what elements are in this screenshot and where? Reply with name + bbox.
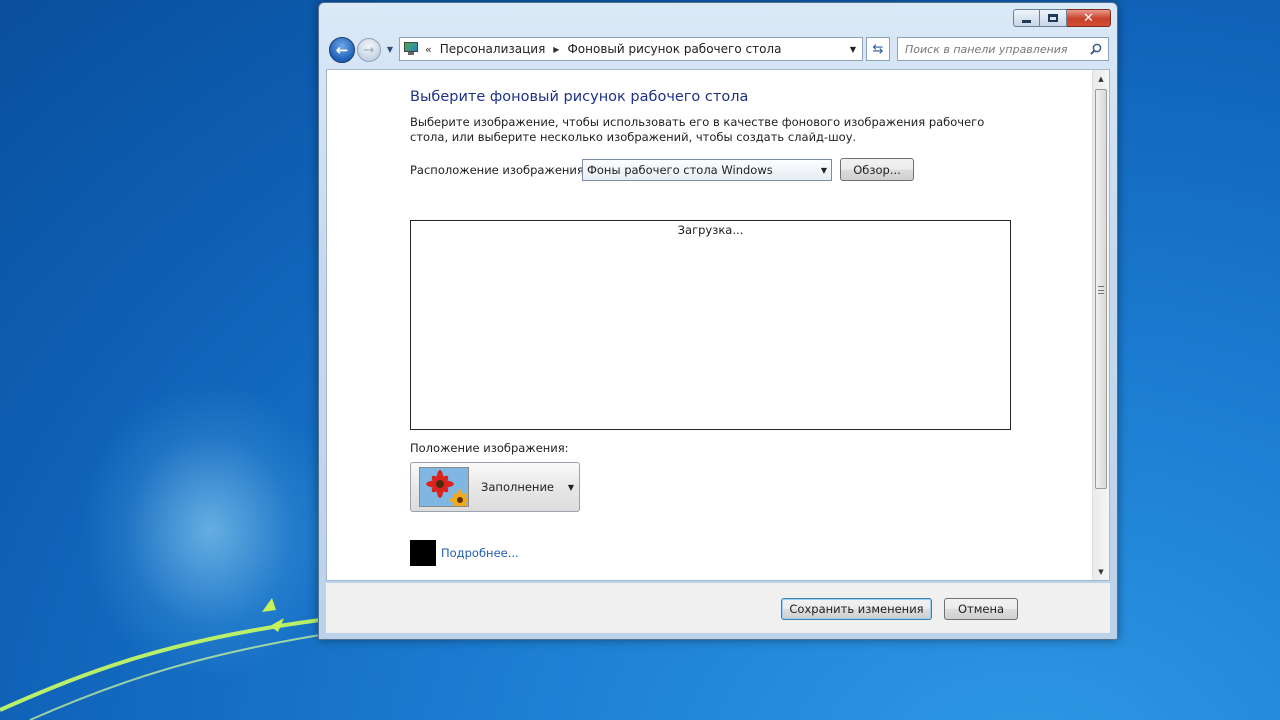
- maximize-icon: [1048, 14, 1058, 22]
- address-dropdown-button[interactable]: ▼: [844, 38, 862, 60]
- close-icon: ✕: [1083, 10, 1094, 26]
- fill-preview-icon: [419, 467, 469, 507]
- refresh-icon: ⇆: [872, 41, 884, 57]
- scroll-down-button[interactable]: ▼: [1093, 563, 1109, 580]
- picture-position-select[interactable]: Заполнение ▼: [410, 462, 580, 512]
- loading-text: Загрузка...: [677, 223, 744, 237]
- forward-button[interactable]: →: [357, 38, 381, 62]
- picture-list[interactable]: Загрузка...: [410, 220, 1011, 430]
- close-button[interactable]: ✕: [1067, 9, 1111, 27]
- search-icon[interactable]: [1090, 43, 1102, 55]
- breadcrumb-desktop-background[interactable]: Фоновый рисунок рабочего стола: [567, 42, 781, 56]
- arrow-right-icon: →: [363, 42, 375, 58]
- scrollbar-thumb[interactable]: [1095, 89, 1107, 489]
- personalization-window: ✕ ← → ▼ « Персонализация ▶ Фоновый рисун…: [318, 2, 1118, 640]
- back-button[interactable]: ←: [329, 37, 355, 63]
- search-box[interactable]: [897, 37, 1109, 61]
- content-pane: Выберите фоновый рисунок рабочего стола …: [326, 69, 1110, 581]
- maximize-button[interactable]: [1040, 9, 1067, 27]
- control-panel-icon: [403, 42, 419, 56]
- scroll-up-button[interactable]: ▲: [1093, 70, 1109, 87]
- minimize-icon: [1022, 19, 1031, 23]
- minimize-button[interactable]: [1013, 9, 1040, 27]
- address-bar[interactable]: « Персонализация ▶ Фоновый рисунок рабоч…: [399, 37, 863, 61]
- chevron-down-icon: ▼: [820, 166, 827, 175]
- arrow-left-icon: ←: [335, 41, 349, 59]
- picture-location-label: Расположение изображения:: [410, 163, 588, 177]
- chevron-down-icon: ▼: [567, 483, 574, 492]
- cancel-button[interactable]: Отмена: [944, 598, 1018, 620]
- browse-button[interactable]: Обзор...: [840, 158, 914, 181]
- picture-position-label: Положение изображения:: [410, 441, 569, 455]
- button-bar: Сохранить изменения Отмена: [326, 583, 1110, 633]
- vertical-scrollbar[interactable]: ▲ ▼: [1092, 70, 1109, 580]
- page-description: Выберите изображение, чтобы использовать…: [410, 115, 985, 144]
- arrow-up-icon: ▲: [1098, 74, 1104, 83]
- picture-location-value: Фоны рабочего стола Windows: [587, 163, 773, 177]
- breadcrumb-personalization[interactable]: Персонализация: [440, 42, 546, 56]
- arrow-down-icon: ▼: [1098, 567, 1104, 576]
- picture-position-value: Заполнение: [481, 480, 554, 494]
- more-info-link[interactable]: Подробнее...: [441, 546, 519, 560]
- chevron-down-icon: ▼: [849, 44, 857, 54]
- refresh-button[interactable]: ⇆: [866, 37, 890, 61]
- picture-location-select[interactable]: Фоны рабочего стола Windows ▼: [582, 159, 832, 181]
- overflow-chevron-icon[interactable]: «: [425, 43, 432, 56]
- desktop-wallpaper-stem: [0, 598, 321, 720]
- recent-pages-button[interactable]: ▼: [384, 41, 396, 57]
- page-title: Выберите фоновый рисунок рабочего стола: [410, 89, 749, 105]
- breadcrumb-separator-icon[interactable]: ▶: [553, 45, 559, 54]
- grip-icon: [1098, 286, 1104, 294]
- chevron-down-icon: ▼: [386, 44, 394, 54]
- caption-buttons: ✕: [1013, 9, 1111, 27]
- save-changes-button[interactable]: Сохранить изменения: [781, 598, 932, 620]
- background-color-swatch[interactable]: [410, 540, 436, 566]
- search-input[interactable]: [905, 42, 1085, 56]
